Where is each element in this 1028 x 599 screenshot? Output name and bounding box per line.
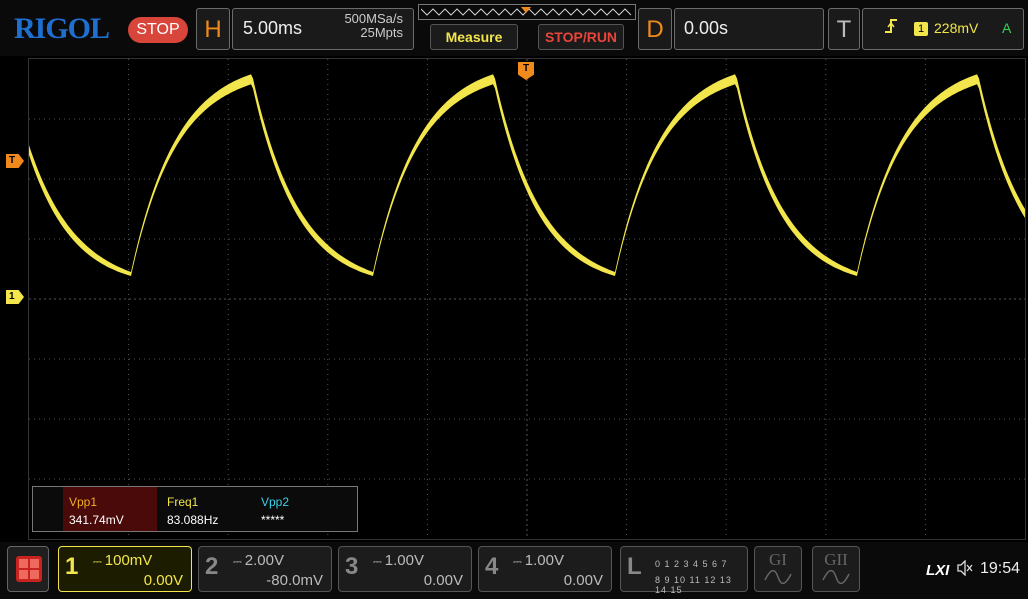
channel-number: 4	[485, 553, 499, 580]
horizontal-letter: H	[204, 16, 222, 43]
channel-1-button[interactable]: 1 ⎓ 100mV 0.00V	[58, 546, 192, 592]
channel1-waveform	[29, 74, 1025, 276]
bottom-bar: 1 ⎓ 100mV 0.00V 2 ⎓ 2.00V -80.0mV 3 ⎓ 1.00V…	[0, 542, 1028, 599]
delay-letter: D	[646, 16, 664, 43]
memory-depth: 25Mpts	[360, 25, 403, 40]
sample-rate: 500MSa/s	[344, 11, 403, 26]
channel-3-button[interactable]: 3 ⎓ 1.00V 0.00V	[338, 546, 472, 592]
channel-number: 1	[65, 553, 79, 580]
measurement-freq1[interactable]: Freq1 83.088Hz	[161, 487, 255, 531]
channel-number: 3	[345, 553, 359, 580]
channel-offset: 0.00V	[423, 572, 463, 589]
channel-4-button[interactable]: 4 ⎓ 1.00V 0.00V	[478, 546, 612, 592]
channel-scale-value: 100mV	[104, 552, 153, 569]
memory-position-strip[interactable]	[418, 4, 636, 20]
generator-name: GII	[824, 550, 848, 569]
measurement-vpp2[interactable]: Vpp2 *****	[255, 487, 349, 531]
measurement-vpp1[interactable]: Vpp1 341.74mV	[63, 487, 157, 531]
trigger-level-value: 228mV	[934, 20, 979, 36]
sine-wave-icon	[822, 570, 850, 584]
channel-number: 2	[205, 553, 219, 580]
measurement-value: *****	[261, 513, 285, 527]
channel-scale: ⎓ 2.00V	[233, 552, 284, 569]
dc-coupling-icon: ⎓	[93, 556, 102, 568]
sample-info: 500MSa/s 25Mpts	[328, 12, 403, 40]
main-menu-button[interactable]	[7, 546, 49, 592]
channel-2-button[interactable]: 2 ⎓ 2.00V -80.0mV	[198, 546, 332, 592]
channel-scale-value: 1.00V	[524, 552, 564, 569]
trigger-level-marker[interactable]: T	[6, 154, 24, 168]
trigger-source-badge: 1	[914, 22, 928, 36]
menu-grid-icon	[16, 556, 42, 582]
channel-offset: 0.00V	[143, 572, 183, 589]
dc-coupling-icon: ⎓	[373, 556, 382, 568]
channel-scale: ⎓ 100mV	[93, 552, 152, 569]
sine-wave-icon	[764, 570, 792, 584]
rising-edge-icon	[884, 18, 898, 39]
measurement-name: Vpp2	[261, 495, 290, 509]
delay-letter-box[interactable]: D	[638, 8, 672, 50]
trigger-letter-box[interactable]: T	[828, 8, 860, 50]
delay-value: 0.00s	[684, 18, 729, 38]
system-clock: 19:54	[980, 560, 1021, 577]
horizontal-letter-box[interactable]: H	[196, 8, 230, 50]
channel-offset: 0.00V	[563, 572, 603, 589]
measurement-name: Freq1	[167, 495, 199, 509]
generator-1-button[interactable]: GI	[754, 546, 802, 592]
logic-channels-row-2: 8 9 10 11 12 13 14 15	[655, 575, 732, 595]
channel1-trace	[29, 74, 1025, 276]
stop-run-button[interactable]: STOP/RUN	[538, 24, 624, 50]
channel-scale: ⎓ 1.00V	[513, 552, 564, 569]
logic-analyzer-button[interactable]: L 0 1 2 3 4 5 6 7 8 9 10 11 12 13 14 15	[620, 546, 748, 595]
channel1-offset-marker[interactable]: 1	[6, 290, 24, 304]
run-state-badge[interactable]: STOP	[128, 17, 188, 43]
dc-coupling-icon: ⎓	[233, 556, 242, 568]
measurement-name: Vpp1	[69, 495, 98, 509]
lxi-logo: LXI	[926, 562, 950, 579]
trigger-letter: T	[836, 16, 852, 43]
generator-name: GI	[769, 550, 787, 569]
channel-scale: ⎓ 1.00V	[373, 552, 424, 569]
trigger-mode-value: A	[1002, 20, 1012, 36]
muted-speaker-icon[interactable]	[956, 559, 974, 580]
waveform-display[interactable]	[28, 58, 1026, 540]
top-bar: RIGOL STOP H 5.00ms 500MSa/s 25Mpts Meas…	[0, 0, 1028, 56]
logic-analyzer-letter: L	[627, 553, 642, 580]
dc-coupling-icon: ⎓	[513, 556, 522, 568]
generator-2-button[interactable]: GII	[812, 546, 860, 592]
timebase-value: 5.00ms	[243, 18, 303, 38]
brand-logo: RIGOL	[14, 12, 110, 45]
logic-channels-row-1: 0 1 2 3 4 5 6 7	[655, 559, 728, 569]
channel-offset: -80.0mV	[266, 572, 323, 589]
waveform-overview-icon	[421, 7, 632, 16]
measurement-value: 341.74mV	[69, 513, 124, 527]
measure-button[interactable]: Measure	[430, 24, 518, 50]
channel-scale-value: 1.00V	[384, 552, 424, 569]
measurement-value: 83.088Hz	[167, 513, 219, 527]
measurement-panel[interactable]: Vpp1 341.74mV Freq1 83.088Hz Vpp2 *****	[32, 486, 358, 532]
channel-scale-value: 2.00V	[244, 552, 284, 569]
